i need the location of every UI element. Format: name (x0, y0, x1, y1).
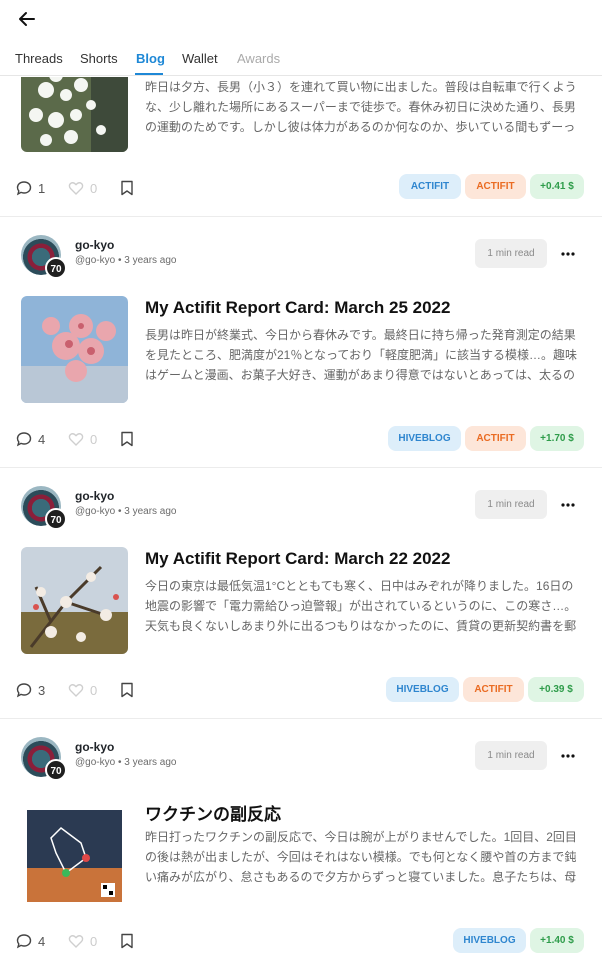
vote-count: 0 (90, 180, 98, 196)
post-time: 3 years ago (124, 757, 177, 768)
active-tab-indicator (135, 73, 163, 75)
post-title[interactable]: ワクチンの副反応 (145, 800, 281, 825)
post-card[interactable]: 昨日は夕方、長男（小３）を連れて買い物に出ました。普段は自転車で行くような、少し… (0, 77, 602, 217)
author-handle: @go-kyo (75, 757, 116, 768)
comment-icon (16, 683, 32, 698)
tab-wallet[interactable]: Wallet (182, 51, 218, 66)
profile-tabs: Threads Shorts Blog Wallet Awards (0, 40, 602, 76)
avatar[interactable]: 70 (21, 486, 67, 532)
more-options-icon[interactable] (560, 497, 576, 513)
tab-blog[interactable]: Blog (136, 51, 165, 66)
bookmark-icon[interactable] (120, 180, 134, 196)
comments-stat[interactable]: 4 (16, 933, 45, 949)
comment-count: 1 (38, 180, 46, 196)
post-time: 3 years ago (124, 506, 177, 517)
heart-icon (68, 935, 84, 948)
tag-badge[interactable]: ACTIFIT (399, 174, 461, 199)
tag-badge[interactable]: ACTIFIT (463, 677, 524, 702)
payout-badge[interactable]: +1.40 $ (530, 928, 584, 953)
blog-feed: 昨日は夕方、長男（小３）を連れて買い物に出ました。普段は自転車で行くような、少し… (0, 77, 602, 963)
author-name[interactable]: go-kyo (75, 238, 114, 252)
post-excerpt: 今日の東京は最低気温1°Cとともても寒く、日中はみぞれが降りました。16日の地震… (145, 579, 577, 633)
bookmark-icon[interactable] (120, 682, 134, 698)
reputation-badge: 70 (45, 759, 67, 781)
reputation-badge: 70 (45, 508, 67, 530)
fitness-map-screenshot (21, 798, 128, 905)
post-excerpt: 昨日は夕方、長男（小３）を連れて買い物に出ました。普段は自転車で行くような、少し… (145, 80, 577, 134)
post-title[interactable]: My Actifit Report Card: March 25 2022 (145, 298, 450, 318)
more-options-icon[interactable] (560, 246, 576, 262)
reputation-badge: 70 (45, 257, 67, 279)
heart-icon (68, 433, 84, 446)
heart-icon (68, 182, 84, 195)
post-time: 3 years ago (124, 255, 177, 266)
author-name[interactable]: go-kyo (75, 489, 114, 503)
payout-badge[interactable]: +0.39 $ (528, 677, 584, 702)
post-excerpt: 昨日打ったワクチンの副反応で、今日は腕が上がりませんでした。1回目、2回目の後は… (145, 830, 577, 884)
author-handle: @go-kyo (75, 506, 116, 517)
post-card[interactable]: 70 go-kyo @go-kyo • 3 years ago 1 min re… (0, 217, 602, 468)
flowers-photo (21, 77, 128, 152)
post-card[interactable]: 70 go-kyo @go-kyo • 3 years ago 1 min re… (0, 719, 602, 963)
post-thumbnail[interactable] (21, 296, 128, 403)
heart-icon (68, 684, 84, 697)
author-meta: @go-kyo • 3 years ago (75, 255, 177, 266)
votes-stat[interactable]: 0 (68, 180, 97, 196)
comment-count: 3 (38, 682, 46, 698)
more-options-icon[interactable] (560, 748, 576, 764)
comment-icon (16, 181, 32, 196)
comments-stat[interactable]: 4 (16, 431, 45, 447)
post-title[interactable]: My Actifit Report Card: March 22 2022 (145, 549, 450, 569)
post-card[interactable]: 70 go-kyo @go-kyo • 3 years ago 1 min re… (0, 468, 602, 719)
author-handle: @go-kyo (75, 255, 116, 266)
read-time-badge: 1 min read (475, 239, 547, 268)
comment-count: 4 (38, 431, 46, 447)
tab-shorts[interactable]: Shorts (80, 51, 118, 66)
comment-icon (16, 934, 32, 949)
author-meta: @go-kyo • 3 years ago (75, 506, 177, 517)
bookmark-icon[interactable] (120, 431, 134, 447)
avatar[interactable]: 70 (21, 235, 67, 281)
read-time-badge: 1 min read (475, 741, 547, 770)
payout-badge[interactable]: +1.70 $ (530, 426, 584, 451)
tag-badge[interactable]: HIVEBLOG (386, 677, 459, 702)
comments-stat[interactable]: 1 (16, 180, 45, 196)
vote-count: 0 (90, 682, 98, 698)
payout-badge[interactable]: +0.41 $ (530, 174, 584, 199)
vote-count: 0 (90, 933, 98, 949)
tag-badge[interactable]: ACTIFIT (465, 174, 526, 199)
tab-threads[interactable]: Threads (15, 51, 63, 66)
post-thumbnail[interactable] (21, 798, 128, 905)
post-excerpt: 長男は昨日が終業式、今日から春休みです。最終日に持ち帰った発育測定の結果を見たと… (145, 328, 578, 382)
comment-icon (16, 432, 32, 447)
comment-count: 4 (38, 933, 46, 949)
votes-stat[interactable]: 0 (68, 682, 97, 698)
top-bar (0, 0, 602, 40)
votes-stat[interactable]: 0 (68, 933, 97, 949)
cherry-blossom-photo (21, 296, 128, 403)
author-name[interactable]: go-kyo (75, 740, 114, 754)
tab-awards: Awards (237, 51, 281, 66)
avatar[interactable]: 70 (21, 737, 67, 783)
votes-stat[interactable]: 0 (68, 431, 97, 447)
author-meta: @go-kyo • 3 years ago (75, 757, 177, 768)
plum-blossom-photo (21, 547, 128, 654)
comments-stat[interactable]: 3 (16, 682, 45, 698)
arrow-left-icon[interactable] (17, 9, 37, 29)
vote-count: 0 (90, 431, 98, 447)
post-thumbnail[interactable] (21, 77, 128, 152)
tag-badge[interactable]: ACTIFIT (465, 426, 526, 451)
bookmark-icon[interactable] (120, 933, 134, 949)
post-thumbnail[interactable] (21, 547, 128, 654)
tag-badge[interactable]: HIVEBLOG (453, 928, 526, 953)
read-time-badge: 1 min read (475, 490, 547, 519)
tag-badge[interactable]: HIVEBLOG (388, 426, 461, 451)
